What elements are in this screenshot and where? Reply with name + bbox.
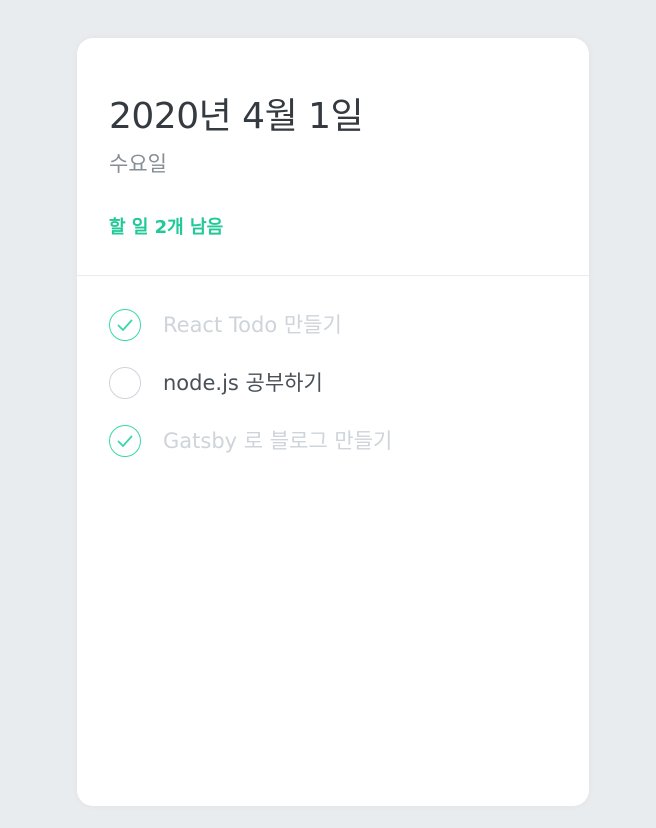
todo-checkbox[interactable] <box>109 425 141 457</box>
todo-template: 2020년 4월 1일 수요일 할 일 2개 남음 React Todo 만들기… <box>77 38 589 806</box>
tasks-left-count: 할 일 2개 남음 <box>109 217 224 238</box>
date-title: 2020년 4월 1일 <box>109 96 364 137</box>
todo-list: React Todo 만들기 node.js 공부하기 Gatsby 로 블로그… <box>77 276 589 458</box>
todo-checkbox[interactable] <box>109 367 141 399</box>
todo-text: React Todo 만들기 <box>163 313 342 337</box>
todo-item[interactable]: node.js 공부하기 <box>109 366 557 400</box>
todo-text: Gatsby 로 블로그 만들기 <box>163 429 393 453</box>
todo-checkbox[interactable] <box>109 309 141 341</box>
check-icon <box>117 435 133 447</box>
day-of-week: 수요일 <box>109 152 167 176</box>
todo-item[interactable]: React Todo 만들기 <box>109 308 557 342</box>
todo-text: node.js 공부하기 <box>163 371 323 395</box>
check-icon <box>117 319 133 331</box>
todo-head: 2020년 4월 1일 수요일 할 일 2개 남음 <box>77 38 589 276</box>
todo-item[interactable]: Gatsby 로 블로그 만들기 <box>109 424 557 458</box>
